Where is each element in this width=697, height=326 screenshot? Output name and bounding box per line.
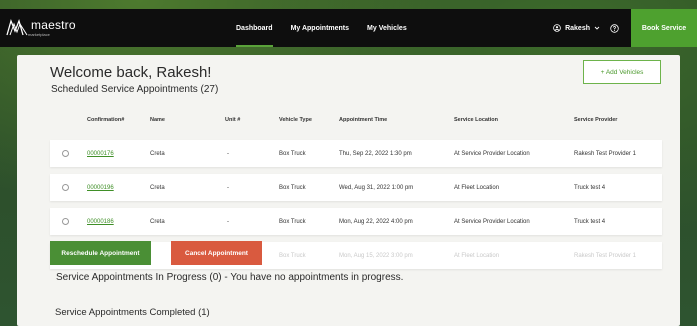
cell-service-location: At Fleet Location: [454, 184, 500, 191]
cell-service-location: At Service Provider Location: [454, 150, 530, 157]
appointments-table: Confirmation# Name Unit # Vehicle Type A…: [50, 106, 662, 269]
brand-tagline: marketplace: [28, 31, 50, 37]
brand-logo[interactable]: maestro marketplace: [6, 19, 156, 37]
confirmation-link[interactable]: 00000196: [87, 174, 114, 201]
cell-service-provider: Rakesh Test Provider 1: [574, 150, 636, 157]
row-radio[interactable]: [62, 174, 69, 201]
help-icon[interactable]: [610, 23, 619, 33]
header-unit[interactable]: Unit #: [225, 117, 240, 123]
action-buttons: Reschedule Appointment Cancel Appointmen…: [50, 241, 262, 265]
radio-button[interactable]: [62, 150, 69, 157]
cell-service-location: At Fleet Location: [454, 252, 500, 259]
top-navbar: maestro marketplace Dashboard My Appoint…: [0, 9, 697, 47]
reschedule-appointment-button[interactable]: Reschedule Appointment: [50, 241, 151, 265]
cell-unit: -: [227, 218, 229, 225]
radio-button[interactable]: [62, 184, 69, 191]
header-service-location[interactable]: Service Location: [454, 117, 498, 123]
header-confirmation[interactable]: Confirmation#: [87, 117, 124, 123]
dashboard-card: Welcome back, Rakesh! Scheduled Service …: [17, 55, 680, 326]
scheduled-heading: Scheduled Service Appointments (27): [51, 84, 219, 95]
cell-name: Creta: [150, 184, 165, 191]
table-row[interactable]: 00000176 Creta - Box Truck Thu, Sep 22, …: [50, 140, 662, 167]
table-header: Confirmation# Name Unit # Vehicle Type A…: [50, 106, 662, 133]
cell-name: Creta: [150, 218, 165, 225]
cell-unit: -: [227, 150, 229, 157]
user-name: Rakesh: [565, 24, 590, 32]
cell-appointment-time: Mon, Aug 22, 2022 4:00 pm: [339, 218, 413, 225]
cancel-appointment-button[interactable]: Cancel Appointment: [171, 241, 262, 265]
user-icon: [553, 24, 561, 32]
cell-name: Creta: [150, 150, 165, 157]
cell-appointment-time: Thu, Sep 22, 2022 1:30 pm: [339, 150, 412, 157]
cell-vehicle-type: Box Truck: [279, 184, 306, 191]
header-name[interactable]: Name: [150, 117, 165, 123]
cell-service-provider: Truck test 4: [574, 218, 606, 225]
cell-appointment-time: Wed, Aug 31, 2022 1:00 pm: [339, 184, 414, 191]
header-appointment-time[interactable]: Appointment Time: [339, 117, 387, 123]
nav-links: Dashboard My Appointments My Vehicles: [227, 9, 416, 47]
table-row[interactable]: 00000186 Creta - Box Truck Mon, Aug 22, …: [50, 208, 662, 235]
radio-button[interactable]: [62, 218, 69, 225]
add-vehicles-button[interactable]: + Add Vehicles: [583, 60, 661, 84]
confirmation-link[interactable]: 00000186: [87, 208, 114, 235]
cell-vehicle-type: Box Truck: [279, 252, 306, 259]
header-service-provider[interactable]: Service Provider: [574, 117, 617, 123]
confirmation-link[interactable]: 00000176: [87, 140, 114, 167]
cell-service-provider: Rakesh Test Provider 1: [574, 252, 636, 259]
nav-my-vehicles[interactable]: My Vehicles: [358, 9, 416, 47]
cell-service-location: At Service Provider Location: [454, 218, 530, 225]
header-vehicle-type[interactable]: Vehicle Type: [279, 117, 312, 123]
table-row[interactable]: 00000196 Creta - Box Truck Wed, Aug 31, …: [50, 174, 662, 201]
cell-unit: -: [227, 184, 229, 191]
completed-heading: Service Appointments Completed (1): [55, 307, 210, 318]
cell-appointment-time: Mon, Aug 15, 2022 3:00 pm: [339, 252, 413, 259]
nav-dashboard[interactable]: Dashboard: [227, 9, 282, 47]
cell-vehicle-type: Box Truck: [279, 150, 306, 157]
welcome-heading: Welcome back, Rakesh!: [50, 64, 212, 81]
in-progress-heading: Service Appointments In Progress (0) - Y…: [56, 272, 404, 283]
row-radio[interactable]: [62, 140, 69, 167]
nav-my-appointments[interactable]: My Appointments: [282, 9, 358, 47]
maestro-logo-icon: [6, 19, 28, 36]
book-service-button[interactable]: Book Service: [631, 9, 697, 47]
row-radio[interactable]: [62, 208, 69, 235]
nav-right: Rakesh Book Service: [553, 9, 697, 47]
cell-vehicle-type: Box Truck: [279, 218, 306, 225]
chevron-down-icon: [594, 26, 600, 30]
user-menu[interactable]: Rakesh: [553, 24, 600, 32]
brand-name: maestro: [31, 17, 76, 32]
cell-service-provider: Truck test 4: [574, 184, 606, 191]
